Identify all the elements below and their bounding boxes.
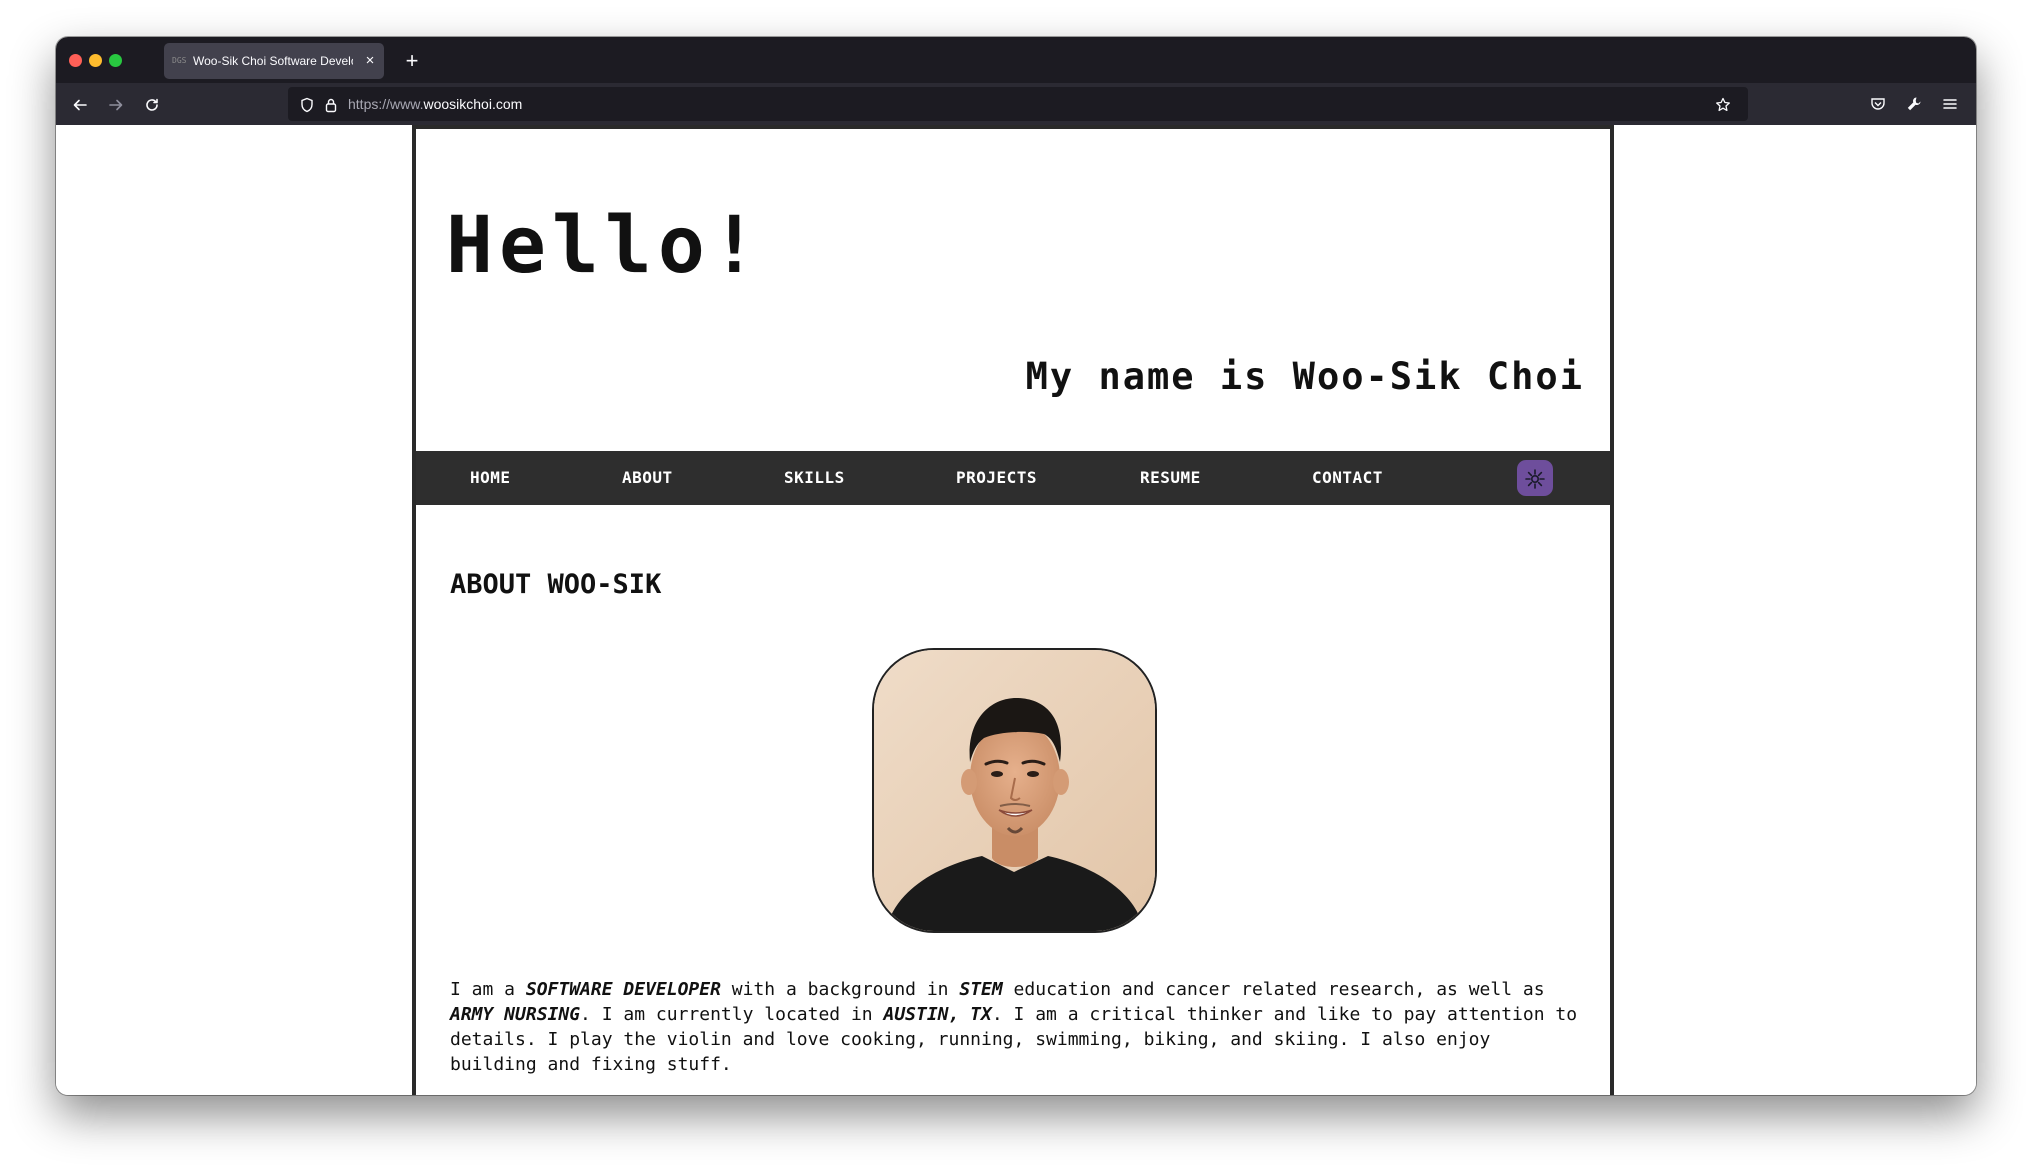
- about-heading: ABOUT WOO-SIK: [450, 569, 662, 600]
- browser-toolbar: https://www.woosikchoi.com: [56, 83, 1976, 125]
- close-tab-icon[interactable]: ×: [360, 43, 380, 79]
- hello-heading: Hello!: [446, 201, 764, 291]
- profile-photo: [872, 648, 1157, 933]
- address-bar[interactable]: https://www.woosikchoi.com: [288, 87, 1748, 121]
- nav-skills[interactable]: SKILLS: [784, 451, 845, 505]
- sun-icon: [1525, 469, 1545, 489]
- page-viewport: Hello! My name is Woo-Sik Choi HOME ABOU…: [56, 125, 1976, 1095]
- browser-titlebar: DGS Woo-Sik Choi Software Developer × +: [56, 37, 1976, 83]
- arrow-left-icon: [73, 99, 87, 111]
- bio-emphasis-army-nursing: ARMY NURSING: [450, 1004, 581, 1025]
- nav-about[interactable]: ABOUT: [622, 451, 673, 505]
- arrow-right-icon: [109, 99, 123, 111]
- bio-text-1: I am a: [450, 979, 526, 1000]
- url-scheme: https://www.: [348, 96, 424, 112]
- bio-text-2: with a background in: [720, 979, 960, 1000]
- name-subtitle: My name is Woo-Sik Choi: [1025, 355, 1584, 398]
- reload-icon: [146, 98, 158, 111]
- new-tab-button[interactable]: +: [396, 45, 428, 77]
- nav-resume[interactable]: RESUME: [1140, 451, 1201, 505]
- nav-projects[interactable]: PROJECTS: [956, 451, 1037, 505]
- menu-icon[interactable]: [1934, 88, 1966, 120]
- maximize-window-button[interactable]: [109, 54, 122, 67]
- minimize-window-button[interactable]: [89, 54, 102, 67]
- nav-contact[interactable]: CONTACT: [1312, 451, 1383, 505]
- bookmark-star-icon[interactable]: [1708, 87, 1738, 121]
- wrench-icon[interactable]: [1898, 88, 1930, 120]
- site-frame: Hello! My name is Woo-Sik Choi HOME ABOU…: [412, 125, 1614, 1095]
- bio-emphasis-stem: STEM: [959, 979, 1003, 1000]
- nav-home[interactable]: HOME: [470, 451, 511, 505]
- lock-icon[interactable]: [320, 87, 342, 121]
- pocket-icon[interactable]: [1862, 88, 1894, 120]
- bio-text-4: . I am currently located in: [580, 1004, 884, 1025]
- tab-title: Woo-Sik Choi Software Developer: [193, 54, 353, 68]
- about-bio: I am a SOFTWARE DEVELOPER with a backgro…: [450, 977, 1580, 1077]
- tracking-shield-icon[interactable]: [296, 87, 318, 121]
- bio-emphasis-location: AUSTIN, TX: [883, 1004, 992, 1025]
- bio-text-3: education and cancer related research, a…: [1002, 979, 1545, 1000]
- forward-button[interactable]: [100, 88, 132, 120]
- browser-window: DGS Woo-Sik Choi Software Developer × + …: [56, 37, 1976, 1095]
- back-button[interactable]: [64, 88, 96, 120]
- url-text[interactable]: https://www.woosikchoi.com: [348, 87, 522, 121]
- url-host: woosikchoi.com: [423, 96, 523, 112]
- browser-tab[interactable]: DGS Woo-Sik Choi Software Developer ×: [164, 43, 384, 79]
- reload-button[interactable]: [136, 88, 168, 120]
- site-navbar: HOME ABOUT SKILLS PROJECTS RESUME CONTAC…: [416, 451, 1610, 505]
- close-window-button[interactable]: [69, 54, 82, 67]
- theme-toggle-button[interactable]: [1517, 460, 1553, 496]
- site-favicon-icon: DGS: [172, 56, 187, 65]
- bio-emphasis-software-developer: SOFTWARE DEVELOPER: [525, 979, 721, 1000]
